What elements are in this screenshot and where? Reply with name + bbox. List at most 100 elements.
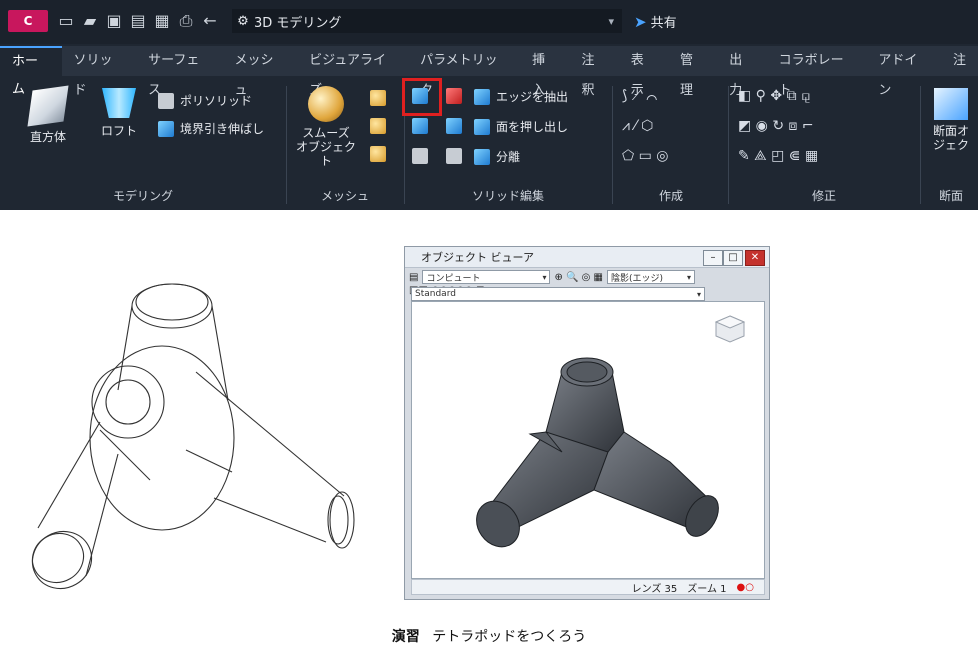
save-as-icon[interactable]: ▤ (128, 11, 148, 31)
tetrapod-3d-model (476, 315, 746, 548)
panel-section: 断面オ ジェク 断面 (924, 82, 978, 210)
tab-manage[interactable]: 管理 (668, 46, 717, 98)
tab-visualize[interactable]: ビジュアライズ (297, 46, 408, 98)
panel-divider (286, 86, 287, 204)
polysolid-button[interactable]: ポリソリッド (158, 92, 252, 109)
caption: 演習 テトラポッドをつくろう (0, 626, 978, 646)
draw-row-2[interactable]: ⩘ ⁄ ⬡ (622, 118, 653, 134)
chevron-down-icon: ▾ (608, 14, 614, 28)
modify-row-2[interactable]: ◩ ◉ ↻ ⧈ ⌐ (738, 118, 814, 134)
extrude-faces-icon (474, 118, 490, 135)
line-tools-icon: ⟆ ⟋ ⌒ (622, 88, 658, 104)
new-file-icon[interactable]: ▭ (56, 11, 76, 31)
modify-tools-1-icon: ◧ ⚲ ✥ ⧉ ⚼ (738, 88, 811, 104)
panel-label-draw[interactable]: 作成 (616, 187, 726, 204)
mesh-tool-3[interactable] (370, 146, 386, 162)
box-icon (27, 85, 69, 127)
interfere-button[interactable] (412, 148, 428, 164)
section-plane-button[interactable]: 断面オ ジェク (926, 88, 976, 152)
ribbon-tabs: ホーム ソリッド サーフェス メッシュ ビジュアライズ パラメトリック 挿入 注… (0, 46, 978, 98)
panel-label-modeling[interactable]: モデリング (8, 187, 278, 204)
viewer-title: オブジェクト ビューア (421, 251, 535, 264)
subtract-button[interactable] (446, 88, 462, 104)
presspull-icon (158, 120, 174, 137)
maximize-button[interactable]: □ (723, 250, 743, 266)
viewer-menu-icon[interactable]: ▤ (409, 272, 418, 283)
panel-label-solid-edit[interactable]: ソリッド編集 (408, 187, 608, 204)
title-bar: C ▭ ▰ ▣ ▤ ▦ ⎙ ← ⚙ 3D モデリング ▾ ➤ 共有 (0, 0, 978, 44)
interfere-icon (412, 148, 428, 164)
panel-label-modify[interactable]: 修正 (732, 187, 916, 204)
extrude-faces-button[interactable]: 面を押し出し (474, 118, 568, 135)
tab-more[interactable]: 注 (941, 46, 978, 76)
tab-output[interactable]: 出力 (717, 46, 766, 98)
box-button[interactable]: 直方体 (22, 85, 74, 145)
smooth-object-button[interactable]: スムーズ オブジェクト (296, 86, 356, 168)
tab-home[interactable]: ホーム (0, 46, 62, 97)
panel-label-mesh[interactable]: メッシュ (290, 187, 400, 204)
loft-button[interactable]: ロフト (94, 88, 144, 139)
visual-style-select[interactable]: 陰影(エッジ) ▾ (607, 270, 695, 284)
tab-mesh[interactable]: メッシュ (223, 46, 298, 98)
panel-label-section[interactable]: 断面 (924, 187, 978, 204)
undo-icon[interactable]: ← (200, 11, 220, 31)
chevron-down-icon: ▾ (696, 289, 701, 299)
extract-edges-button[interactable]: エッジを抽出 (474, 88, 568, 105)
draw-row-3[interactable]: ⬠ ▭ ◎ (622, 148, 669, 164)
chevron-down-icon: ▾ (686, 272, 691, 282)
slice-button[interactable] (446, 118, 462, 134)
caption-text: テトラポッドをつくろう (432, 629, 587, 645)
smooth-sphere-icon (308, 86, 344, 122)
tab-surface[interactable]: サーフェス (136, 46, 222, 98)
loft-icon (102, 88, 136, 118)
presspull-button[interactable]: 境界引き伸ばし (158, 120, 264, 137)
tab-solid[interactable]: ソリッド (62, 46, 137, 98)
publish-icon[interactable]: ▦ (152, 11, 172, 31)
polyline-tools-icon: ⩘ ⁄ ⬡ (622, 118, 654, 134)
highlight-union-button (402, 78, 442, 116)
separate-button[interactable]: 分離 (474, 148, 520, 165)
tab-insert[interactable]: 挿入 (520, 46, 569, 98)
modify-row-3[interactable]: ✎ ⟁ ◰ ⋐ ▦ (738, 148, 818, 164)
mesh-tool-2[interactable] (370, 118, 386, 134)
intersect-button[interactable] (412, 118, 428, 134)
save-icon[interactable]: ▣ (104, 11, 124, 31)
zoom-tools-icon[interactable]: ⊕ 🔍 ◎ ▦ (554, 272, 603, 283)
modify-tools-2-icon: ◩ ◉ ↻ ⧈ ⌐ (738, 118, 814, 134)
thicken-icon (446, 148, 462, 164)
panel-divider (920, 86, 921, 204)
panel-mesh: スムーズ オブジェクト メッシュ (290, 82, 400, 210)
share-icon: ➤ (634, 12, 647, 31)
close-button[interactable]: ✕ (745, 250, 765, 266)
app-logo[interactable]: C (8, 10, 48, 32)
record-icon[interactable]: ●○ (737, 582, 754, 593)
viewer-toolbar-1: ▤ コンピュート ▾ ⊕ 🔍 ◎ ▦ 陰影(エッジ) ▾ (409, 269, 765, 285)
panel-divider (612, 86, 613, 204)
separate-icon (474, 148, 490, 165)
tab-parametric[interactable]: パラメトリック (408, 46, 520, 98)
tab-view[interactable]: 表示 (619, 46, 668, 98)
viewer-canvas[interactable] (411, 301, 765, 579)
tab-collaborate[interactable]: コラボレート (767, 46, 867, 98)
tab-annotate[interactable]: 注釈 (569, 46, 618, 98)
tab-addins[interactable]: アドイン (866, 46, 941, 98)
view-select[interactable]: コンピュート ▾ (422, 270, 551, 284)
ucs-select[interactable]: Standard ▾ (411, 287, 705, 301)
panel-draw: ⟆ ⟋ ⌒ ⩘ ⁄ ⬡ ⬠ ▭ ◎ 作成 (616, 82, 726, 210)
object-viewer-window: オブジェクト ビューア – □ ✕ ▤ コンピュート ▾ ⊕ 🔍 ◎ ▦ 陰影(エ… (404, 246, 770, 600)
modify-tools-3-icon: ✎ ⟁ ◰ ⋐ ▦ (738, 148, 819, 164)
mesh-tool-2-icon (370, 118, 386, 134)
modify-row-1[interactable]: ◧ ⚲ ✥ ⧉ ⚼ (738, 88, 811, 104)
workspace-dropdown[interactable]: ⚙ 3D モデリング ▾ (232, 9, 622, 33)
panel-modeling: 直方体 ロフト ポリソリッド 境界引き伸ばし モデリング (8, 82, 278, 210)
open-folder-icon[interactable]: ▰ (80, 11, 100, 31)
draw-row-1[interactable]: ⟆ ⟋ ⌒ (622, 88, 657, 104)
panel-divider (728, 86, 729, 204)
thicken-button[interactable] (446, 148, 462, 164)
zoom-readout: ズーム 1 (687, 583, 727, 595)
share-button[interactable]: ➤ 共有 (634, 12, 677, 32)
mesh-tool-1-icon (370, 90, 386, 106)
mesh-tool-1[interactable] (370, 90, 386, 106)
minimize-button[interactable]: – (703, 250, 723, 266)
print-icon[interactable]: ⎙ (176, 11, 196, 31)
